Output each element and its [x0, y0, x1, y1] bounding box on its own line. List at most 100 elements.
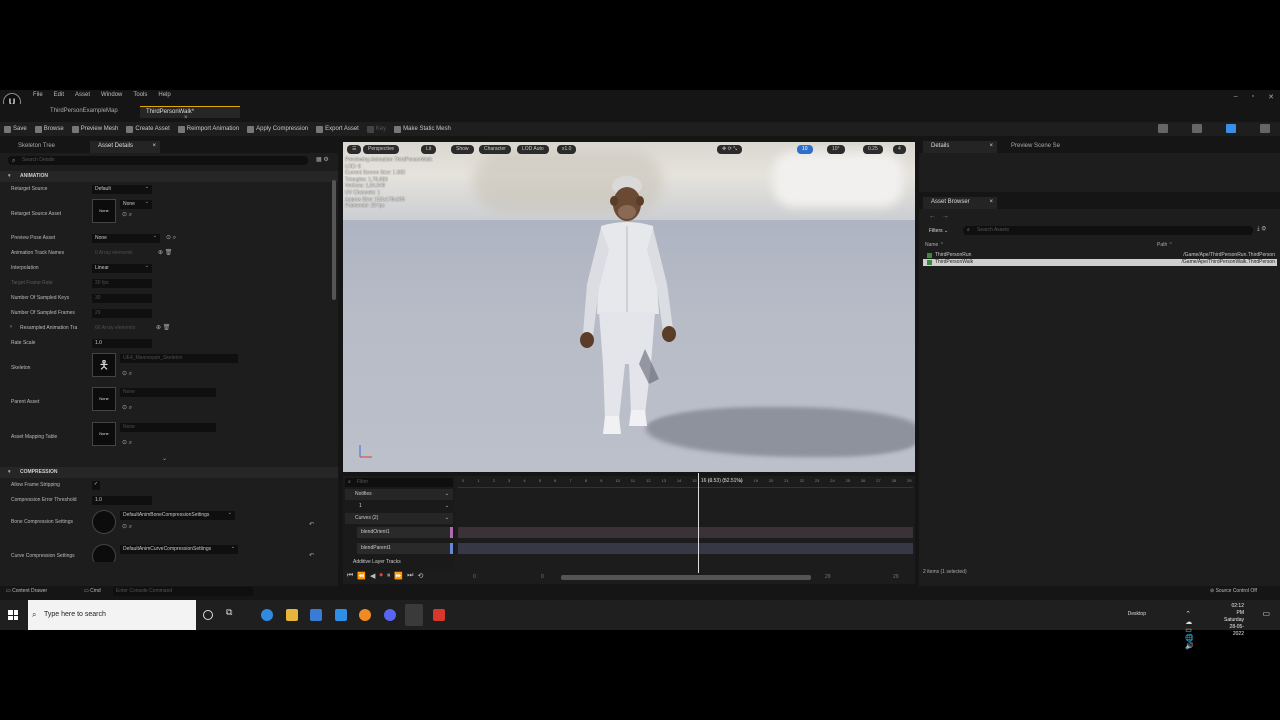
step-back-icon[interactable]: ⏪	[357, 572, 366, 580]
retarget-asset-combo[interactable]: None	[120, 199, 152, 209]
playback-speed-button[interactable]: x1.0	[557, 145, 577, 154]
timeline-scrollbar[interactable]	[561, 575, 811, 580]
angle-snap-button[interactable]: 10°	[827, 145, 845, 154]
discord-icon[interactable]	[384, 609, 396, 621]
camera-speed-button[interactable]: 4	[893, 145, 906, 154]
expand-arrow-icon[interactable]: ›	[10, 324, 12, 330]
compression-thumbnail-icon[interactable]	[92, 510, 116, 534]
bone-settings-combo[interactable]: DefaultAnimBoneCompressionSettings	[120, 510, 235, 520]
system-clock[interactable]: 02:12 PM Saturday 28-05-2022	[1224, 603, 1244, 638]
notify-track-1[interactable]: 1 ⌄	[345, 501, 453, 512]
asset-row-third-person-walk[interactable]: ThirdPersonWalk /Game/Ape/ThirdPersonWal…	[923, 259, 1277, 266]
tab-third-person-example-map[interactable]: ThirdPersonExampleMap	[44, 106, 124, 118]
save-button[interactable]: Save	[4, 125, 27, 133]
pause-icon[interactable]: ⏸	[387, 572, 391, 580]
character-button[interactable]: Character	[479, 145, 511, 154]
track-curves[interactable]: Curves (2) ⌄	[345, 513, 453, 524]
recorder-app-icon[interactable]	[433, 609, 445, 621]
browse-asset-icon[interactable]: ⊙ ⌕	[122, 370, 132, 378]
lod-button[interactable]: LOD Auto	[517, 145, 549, 154]
browse-asset-icon[interactable]: ⊙ ⌕	[122, 523, 132, 531]
column-name[interactable]: Name ⌃	[925, 242, 944, 248]
array-edit-icon[interactable]: ⊕ 🗑	[158, 249, 172, 256]
reset-icon[interactable]: ↶	[309, 521, 314, 528]
close-icon[interactable]: ✕	[1268, 93, 1274, 101]
menu-tools[interactable]: Tools	[133, 92, 147, 98]
preview-pose-combo[interactable]: None	[92, 233, 160, 243]
apply-compression-button[interactable]: Apply Compression	[247, 125, 308, 133]
chevron-down-icon[interactable]: ⌄	[445, 501, 449, 512]
skip-to-end-icon[interactable]: ⏭	[407, 572, 413, 580]
key-button[interactable]: Key	[366, 125, 386, 133]
physics-mode-icon[interactable]	[1260, 124, 1270, 133]
chevron-down-icon[interactable]: ⌄	[445, 513, 449, 524]
file-explorer-icon[interactable]	[286, 609, 298, 621]
browse-asset-icon[interactable]: ⊙ ⌕	[122, 211, 132, 219]
track-additive-layer[interactable]: Additive Layer Tracks	[345, 557, 453, 568]
browse-asset-icon[interactable]: ⊙ ⌕	[166, 234, 176, 242]
import-icon[interactable]: ⤓ ⚙	[1257, 226, 1266, 233]
edge-browser-icon[interactable]	[261, 609, 273, 621]
blender-icon[interactable]	[359, 609, 371, 621]
error-threshold-input[interactable]: 1.0	[92, 496, 152, 505]
compression-section-header[interactable]: COMPRESSION	[0, 467, 338, 478]
track-area[interactable]	[458, 490, 913, 570]
timeline-filter-input[interactable]: ⌕ Filter	[345, 478, 453, 487]
playhead[interactable]	[697, 473, 699, 573]
content-drawer-button[interactable]: ▭ Content Drawer	[6, 588, 47, 594]
taskbar-search-input[interactable]: ⌕ Type here to search	[28, 600, 196, 630]
animation-section-header[interactable]: ANIMATION	[0, 171, 338, 182]
chevron-down-icon[interactable]: ⌄	[445, 489, 449, 500]
tab-details[interactable]: Details ×	[923, 141, 997, 153]
close-icon[interactable]: ×	[989, 143, 993, 149]
details-search-input[interactable]: ⌕ Search Details	[8, 156, 308, 165]
curve-settings-combo[interactable]: DefaultAnimCurveCompressionSettings	[120, 544, 238, 554]
cortana-icon[interactable]	[203, 610, 213, 620]
asset-thumbnail[interactable]: None	[92, 387, 116, 411]
details-scrollbar[interactable]	[332, 180, 336, 300]
close-tab-icon[interactable]: ×	[184, 115, 188, 121]
notification-icon[interactable]: ▭	[1262, 609, 1270, 618]
export-asset-button[interactable]: Export Asset	[316, 125, 359, 133]
track-notifies[interactable]: Notifies ⌄	[345, 489, 453, 500]
tab-preview-scene-settings[interactable]: Preview Scene Se	[1003, 141, 1068, 153]
skeleton-mode-icon[interactable]	[1158, 124, 1168, 133]
show-button[interactable]: Show	[451, 145, 474, 154]
skeleton-thumbnail-icon[interactable]: 🯅	[92, 353, 116, 377]
skip-to-start-icon[interactable]: ⏮	[347, 572, 353, 580]
minimize-icon[interactable]: –	[1234, 93, 1238, 101]
array-edit-icon[interactable]: ⊕ 🗑	[156, 324, 170, 331]
filters-button[interactable]: Filters ⌄	[929, 228, 948, 234]
asset-search-input[interactable]: ⌕ Search Assets	[963, 226, 1253, 235]
source-control-button[interactable]: ⊘ Source Control Off	[1210, 588, 1257, 594]
menu-file[interactable]: File	[33, 92, 43, 98]
preview-mesh-button[interactable]: Preview Mesh	[71, 125, 118, 133]
create-asset-button[interactable]: Create Asset	[126, 125, 170, 133]
microsoft-store-icon[interactable]	[310, 609, 322, 621]
close-icon[interactable]: ×	[152, 143, 156, 149]
transform-tools-icon[interactable]: ✥ ⟳ ⤡	[717, 145, 743, 154]
animation-mode-icon[interactable]	[1226, 124, 1236, 133]
time-ruler[interactable]: 0 1 2 3 4 5 6 7 8 9 10 11 12 13 14 15 16 17 18 19 20 21 22 23 24…	[458, 478, 913, 488]
record-icon[interactable]: ⏺	[379, 572, 383, 580]
tab-asset-browser[interactable]: Asset Browser ×	[923, 197, 997, 209]
curve-blend-parent[interactable]: blendParent1	[357, 543, 453, 554]
browse-asset-icon[interactable]: ⊙ ⌕	[122, 404, 132, 412]
browse-asset-icon[interactable]: ⊙ ⌕	[122, 439, 132, 447]
mail-icon[interactable]	[335, 609, 347, 621]
close-icon[interactable]: ×	[989, 199, 993, 205]
show-advanced-icon[interactable]: ⌄	[162, 455, 167, 462]
console-command-input[interactable]: Enter Console Command	[113, 587, 253, 596]
tab-third-person-walk[interactable]: ThirdPersonWalk* ×	[140, 106, 240, 121]
lit-button[interactable]: Lit	[421, 145, 437, 154]
interpolation-combo[interactable]: Linear	[92, 263, 152, 273]
reset-icon[interactable]: ↶	[309, 552, 314, 559]
preview-viewport[interactable]: ☰ Perspective Lit Show Character LOD Aut…	[343, 142, 915, 472]
ape-character-mesh[interactable]	[561, 164, 691, 444]
asset-thumbnail[interactable]: None	[92, 199, 116, 223]
column-path[interactable]: Path ⌃	[1157, 242, 1173, 248]
allow-stripping-checkbox[interactable]: ✓	[92, 481, 100, 490]
maximize-icon[interactable]: ▫	[1252, 93, 1254, 101]
view-options-icon[interactable]: ▦ ⚙	[316, 156, 329, 163]
rate-scale-input[interactable]: 1.0	[92, 339, 152, 348]
